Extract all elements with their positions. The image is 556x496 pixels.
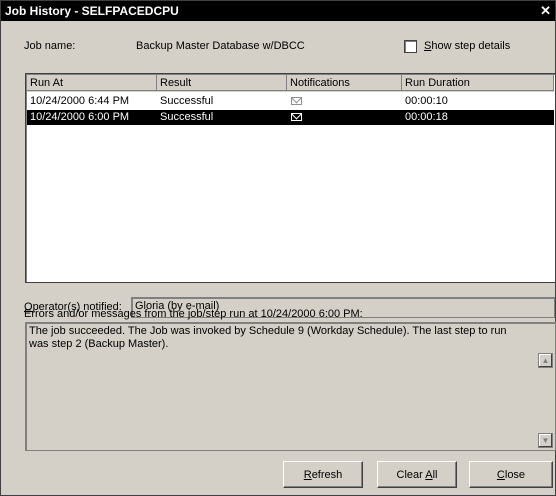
show-step-details-checkbox[interactable] [404,40,417,53]
column-header-run-duration[interactable]: Run Duration [402,75,554,91]
column-header-result[interactable]: Result [157,75,287,91]
messages-label: Errors and/or messages from the job/step… [24,308,363,320]
refresh-button[interactable]: Refresh [283,461,363,488]
column-header-notifications[interactable]: Notifications [287,75,402,91]
clear-all-button[interactable]: Clear All [377,461,457,488]
table-row-selected[interactable]: 10/24/2000 6:00 PM Successful 00:00:18 [27,110,554,125]
title-bar: Job History - SELFPACEDCPU ✕ [1,1,555,21]
run-at-cell: 10/24/2000 6:44 PM [30,95,130,107]
messages-textarea[interactable]: The job succeeded. The Job was invoked b… [25,322,556,451]
close-icon[interactable]: ✕ [540,1,551,21]
job-history-window: Job History - SELFPACEDCPU ✕ Job name: B… [0,0,556,496]
run-at-cell: 10/24/2000 6:00 PM [30,111,130,123]
duration-cell: 00:00:10 [405,95,448,107]
table-header: Run At Result Notifications Run Duration [27,75,554,92]
table-row[interactable]: 10/24/2000 6:44 PM Successful 00:00:10 [27,94,554,109]
envelope-icon [291,97,302,105]
envelope-icon [291,113,302,121]
show-step-details-label[interactable]: Show step details [424,40,510,52]
window-title: Job History - SELFPACEDCPU [5,4,179,18]
scroll-down-icon[interactable]: ▼ [538,433,553,448]
messages-text: The job succeeded. The Job was invoked b… [29,325,507,350]
column-header-run-at[interactable]: Run At [27,75,157,91]
duration-cell: 00:00:18 [405,111,448,123]
job-name-label: Job name: [24,40,76,52]
scroll-up-icon[interactable]: ▲ [538,353,553,368]
job-history-table[interactable]: Run At Result Notifications Run Duration… [25,73,556,283]
close-button[interactable]: Close [469,461,553,488]
job-name-value: Backup Master Database w/DBCC [136,40,305,52]
result-cell: Successful [160,111,214,123]
result-cell: Successful [160,95,214,107]
